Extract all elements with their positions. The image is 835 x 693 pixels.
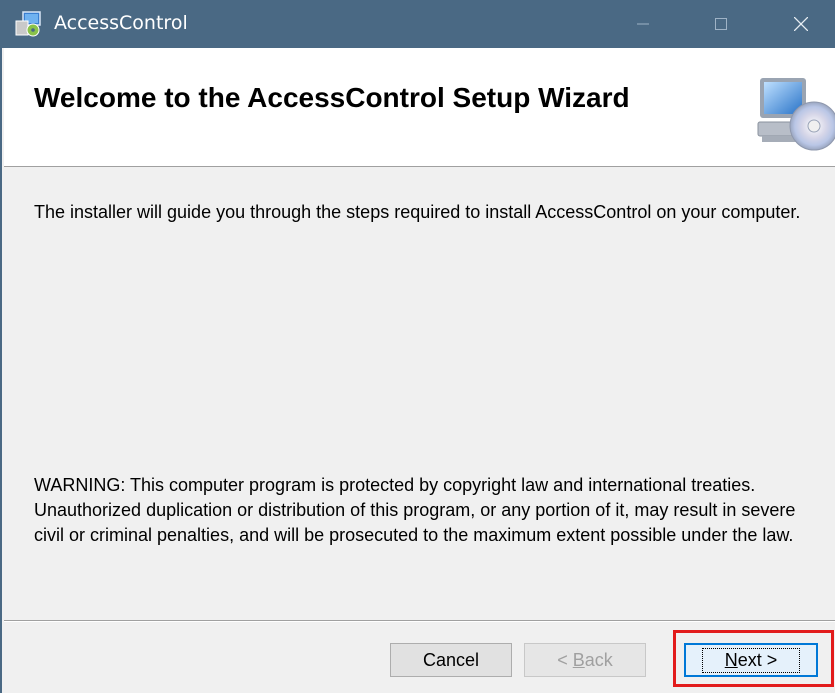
setup-wizard-window: AccessControl Welcome to the AccessContr… xyxy=(0,0,835,693)
back-button-mnemonic: B xyxy=(572,649,585,670)
cancel-button[interactable]: Cancel xyxy=(390,643,512,677)
close-button[interactable] xyxy=(772,0,830,48)
back-button-prefix: < xyxy=(557,649,573,670)
maximize-icon xyxy=(715,18,727,30)
computer-cd-icon xyxy=(757,78,835,151)
installer-app-icon xyxy=(15,11,41,37)
next-button-highlight xyxy=(673,630,834,687)
minimize-button[interactable] xyxy=(614,0,672,48)
wizard-header: Welcome to the AccessControl Setup Wizar… xyxy=(4,48,835,167)
page-title: Welcome to the AccessControl Setup Wizar… xyxy=(34,82,630,113)
copyright-warning-text: WARNING: This computer program is protec… xyxy=(34,475,796,545)
title-bar[interactable]: AccessControl xyxy=(2,0,835,48)
window-title: AccessControl xyxy=(54,12,188,34)
close-icon xyxy=(794,17,808,31)
maximize-button[interactable] xyxy=(692,0,750,48)
back-button-label-rest: ack xyxy=(584,649,613,670)
back-button[interactable]: < Back xyxy=(524,643,646,677)
footer-separator xyxy=(4,620,835,622)
minimize-icon xyxy=(637,23,649,25)
intro-text: The installer will guide you through the… xyxy=(34,202,801,222)
